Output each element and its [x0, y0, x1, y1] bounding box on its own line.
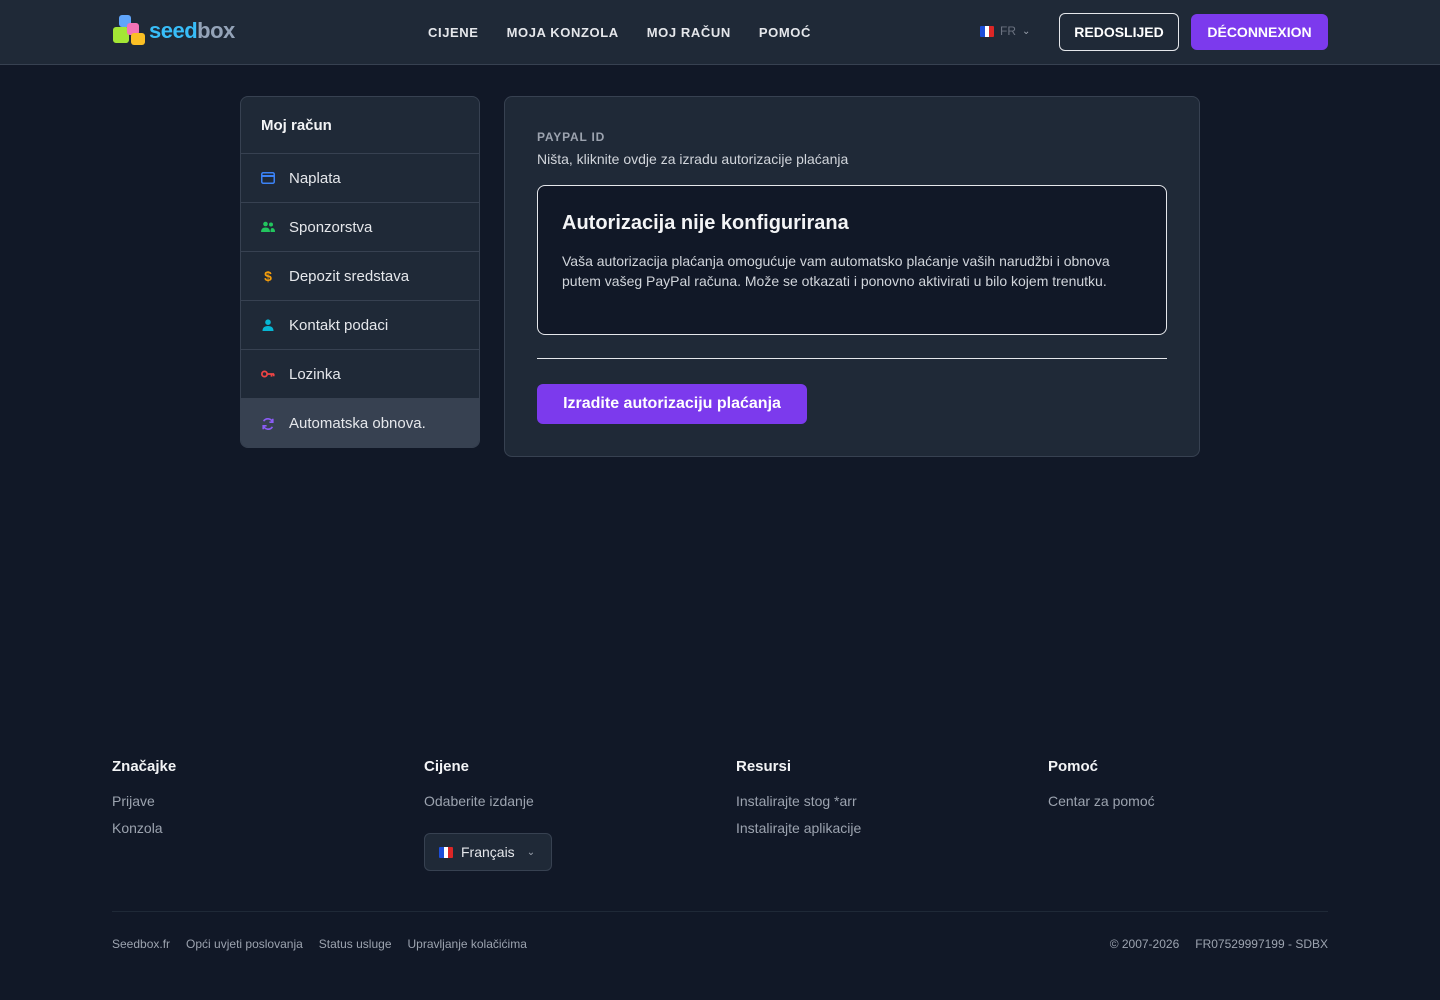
- sidebar-item-billing[interactable]: Naplata: [241, 154, 479, 203]
- users-icon: [261, 220, 275, 234]
- sidebar-item-label: Depozit sredstava: [289, 267, 410, 285]
- nav-my-account[interactable]: MOJ RAČUN: [647, 25, 731, 40]
- footer-link[interactable]: Centar za pomoć: [1048, 793, 1155, 809]
- footer-column-title: Značajke: [112, 758, 177, 775]
- footer-link-status[interactable]: Status usluge: [319, 937, 392, 951]
- footer-meta: © 2007-2026 FR07529997199 - SDBX: [1110, 937, 1328, 951]
- footer-link[interactable]: Konzola: [112, 820, 176, 836]
- footer-column-help: Pomoć Centar za pomoć: [1048, 758, 1155, 820]
- footer-column-title: Pomoć: [1048, 758, 1099, 775]
- order-button[interactable]: REDOSLIJED: [1059, 13, 1179, 51]
- footer-link[interactable]: Instalirajte aplikacije: [736, 820, 861, 836]
- footer-link-terms[interactable]: Opći uvjeti poslovanja: [186, 937, 303, 951]
- logo-text-box: box: [197, 18, 235, 43]
- footer-legal-links: Seedbox.fr Opći uvjeti poslovanja Status…: [112, 937, 527, 951]
- sidebar-item-label: Lozinka: [289, 365, 341, 383]
- language-code: FR: [1000, 24, 1016, 38]
- footer-column-resources: Resursi Instalirajte stog *arr Instalira…: [736, 758, 861, 847]
- sidebar-item-label: Automatska obnova.: [289, 415, 426, 432]
- copyright: © 2007-2026: [1109, 937, 1180, 951]
- refresh-icon: [261, 417, 275, 431]
- sidebar-item-contact[interactable]: Kontakt podaci: [241, 301, 479, 350]
- footer-column-title: Cijene: [424, 758, 470, 775]
- nav-help[interactable]: POMOĆ: [759, 25, 811, 40]
- authorization-notice: Autorizacija nije konfigurirana Vaša aut…: [537, 185, 1167, 335]
- main-nav: CIJENE MOJA KONZOLA MOJ RAČUN POMOĆ: [428, 0, 811, 64]
- account-sidebar: Moj račun Naplata Sponzorstva $ Depozit …: [240, 96, 480, 448]
- footer-link[interactable]: Prijave: [112, 793, 176, 809]
- footer-link[interactable]: Odaberite izdanje: [424, 793, 534, 809]
- sidebar-item-auto-renewal[interactable]: Automatska obnova.: [241, 399, 479, 447]
- flag-fr-icon: [439, 846, 453, 858]
- logo-mark-icon: [113, 15, 147, 47]
- chevron-down-icon: ⌄: [1022, 25, 1031, 37]
- language-switcher[interactable]: FR ⌄: [980, 24, 1030, 38]
- footer-link[interactable]: Instalirajte stog *arr: [736, 793, 861, 809]
- divider: [537, 358, 1167, 359]
- flag-fr-icon: [980, 25, 994, 37]
- footer-divider: [112, 911, 1328, 912]
- notice-text: Vaša autorizacija plaćanja omogućuje vam…: [562, 253, 1110, 289]
- language-select-value: Français: [461, 844, 515, 860]
- logout-button[interactable]: DÉCONNEXION: [1191, 14, 1328, 50]
- dollar-icon: $: [264, 268, 272, 284]
- footer-link-cookies[interactable]: Upravljanje kolačićima: [408, 937, 527, 951]
- footer-column-prices: Cijene Odaberite izdanje: [424, 758, 534, 820]
- nav-prices[interactable]: CIJENE: [428, 25, 479, 40]
- sidebar-item-sponsorships[interactable]: Sponzorstva: [241, 203, 479, 252]
- credit-card-icon: [261, 171, 275, 185]
- auto-renewal-card: PAYPAL ID Ništa, kliknite ovdje za izrad…: [504, 96, 1200, 457]
- user-icon: [261, 318, 275, 332]
- sidebar-item-label: Naplata: [289, 169, 341, 187]
- sidebar-item-label: Sponzorstva: [289, 218, 373, 236]
- company-id: FR07529997199 - SDBX: [1195, 937, 1328, 951]
- key-icon: [261, 367, 275, 381]
- sidebar-item-label: Kontakt podaci: [289, 316, 389, 334]
- paypal-id-label: PAYPAL ID: [537, 130, 606, 144]
- footer-column-features: Značajke Prijave Konzola: [112, 758, 176, 847]
- logo-text-seed: seed: [149, 18, 198, 43]
- sidebar-title: Moj račun: [241, 97, 479, 154]
- chevron-down-icon: ⌄: [526, 846, 536, 858]
- sidebar-item-deposit[interactable]: $ Depozit sredstava: [241, 252, 479, 301]
- footer-link-site[interactable]: Seedbox.fr: [112, 937, 170, 951]
- language-select[interactable]: Français ⌄: [424, 833, 552, 871]
- sidebar-item-password[interactable]: Lozinka: [241, 350, 479, 399]
- notice-title: Autorizacija nije konfigurirana: [562, 212, 849, 234]
- nav-my-console[interactable]: MOJA KONZOLA: [507, 25, 619, 40]
- seedbox-logo[interactable]: seedbox: [113, 14, 235, 48]
- footer-column-title: Resursi: [736, 758, 792, 775]
- create-authorization-button[interactable]: Izradite autorizaciju plaćanja: [537, 384, 807, 424]
- top-navigation-bar: seedbox CIJENE MOJA KONZOLA MOJ RAČUN PO…: [0, 0, 1440, 65]
- paypal-id-value[interactable]: Ništa, kliknite ovdje za izradu autoriza…: [537, 151, 848, 167]
